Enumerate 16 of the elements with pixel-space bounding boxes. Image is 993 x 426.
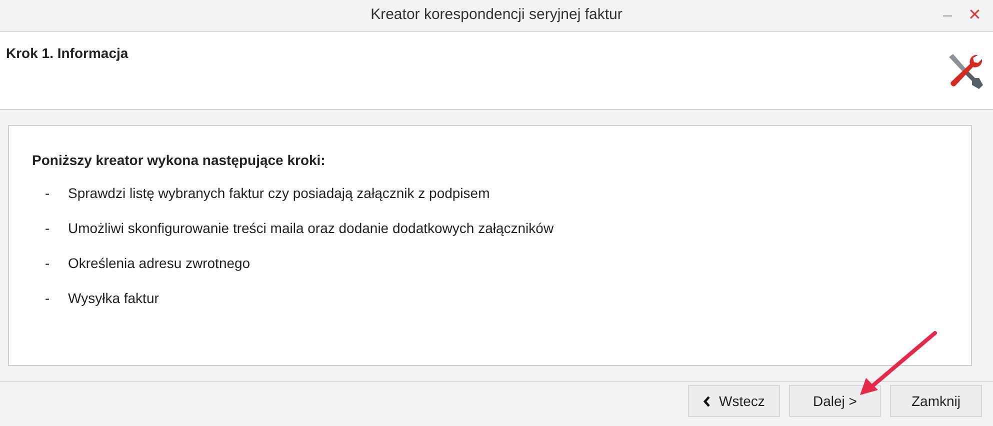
- step-item: Umożliwi skonfigurowanie treści maila oraz dodanie dodatkowych załączników: [68, 219, 554, 238]
- chevron-left-icon: [703, 396, 712, 406]
- list-bullet: -: [45, 254, 51, 273]
- list-bullet: -: [45, 184, 51, 203]
- dialog-button[interactable]: Zamknij: [890, 385, 982, 417]
- dialog-button[interactable]: Dalej >: [789, 385, 881, 417]
- window-title: Kreator korespondencji seryjnej faktur: [370, 5, 622, 26]
- list-bullet: -: [45, 289, 51, 308]
- content-heading: Poniższy kreator wykona następujące kroki:: [32, 151, 326, 170]
- step-item: Wysyłka faktur: [68, 289, 159, 308]
- list-bullet: -: [45, 219, 51, 238]
- close-button[interactable]: ✕: [966, 4, 983, 28]
- step-item: Sprawdzi listę wybranych faktur czy posiadają załącznik z podpisem: [68, 184, 490, 203]
- step-title: Krok 1. Informacja: [6, 44, 128, 63]
- back-button[interactable]: Wstecz: [688, 385, 780, 417]
- step-item: Określenia adresu zwrotnego: [68, 254, 250, 273]
